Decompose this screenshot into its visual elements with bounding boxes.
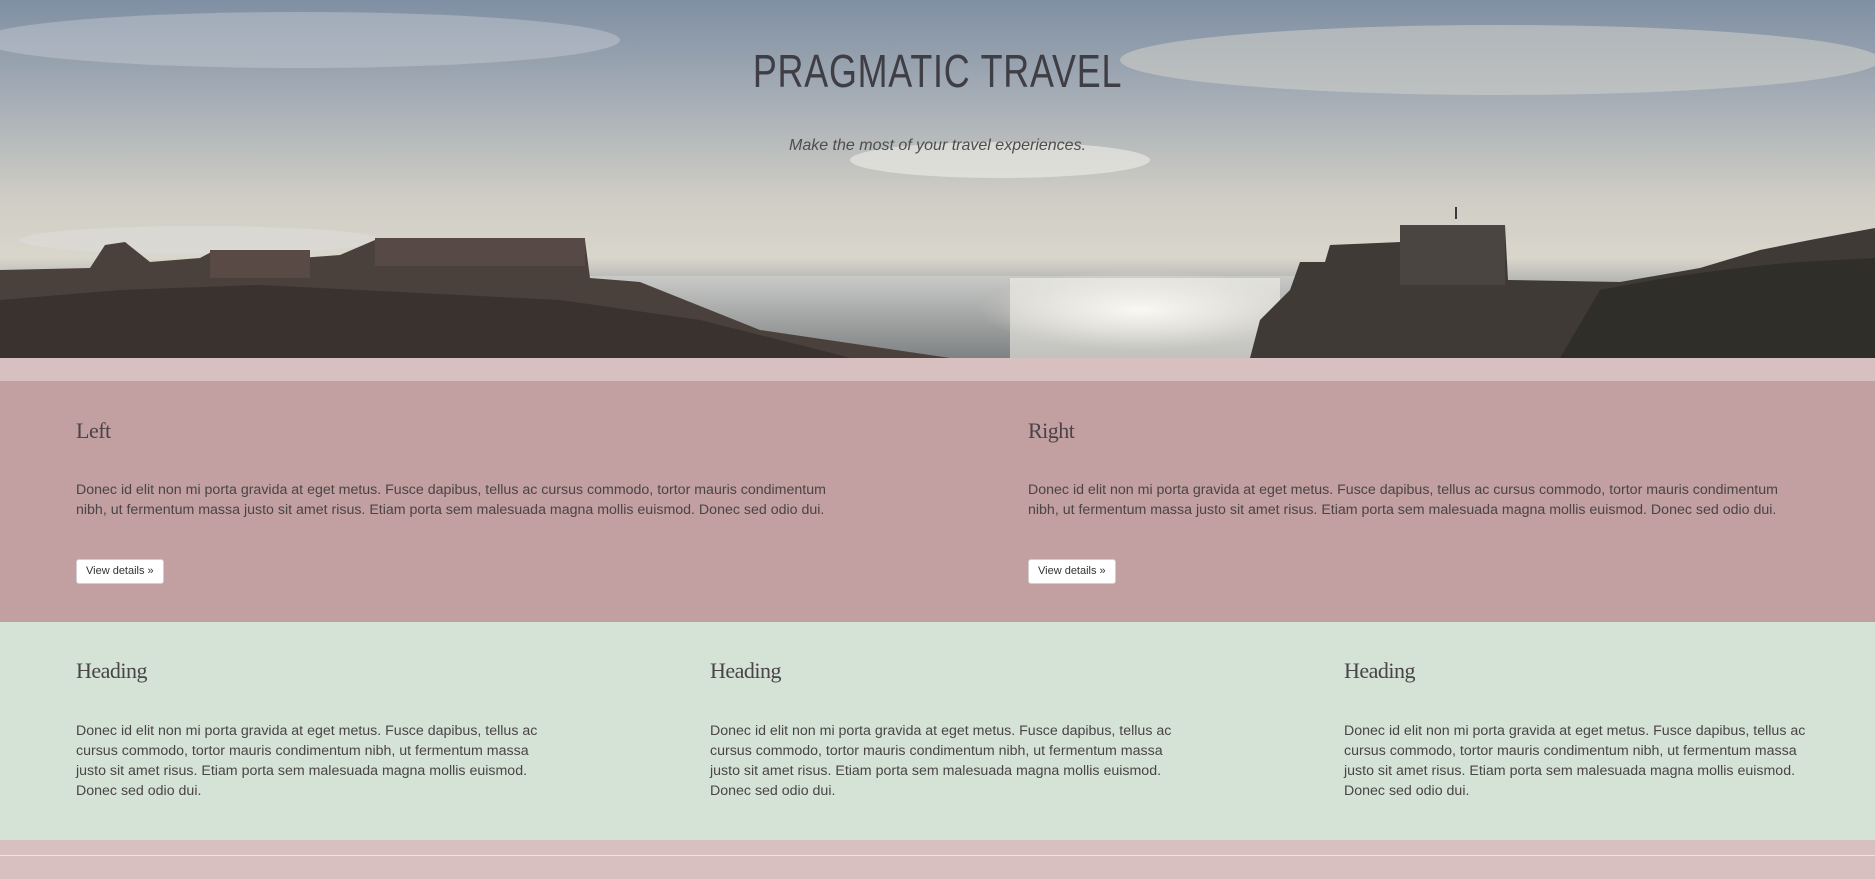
hero-banner: PRAGMATIC TRAVEL Make the most of your t…	[0, 0, 1875, 358]
featured-section: Left Donec id elit non mi porta gravida …	[0, 381, 1875, 622]
featured-heading: Right	[1028, 418, 1075, 443]
column-heading: Heading	[710, 658, 782, 683]
column-heading: Heading	[1344, 658, 1416, 683]
footer-divider	[0, 855, 1875, 856]
column-text: Donec id elit non mi porta gravida at eg…	[76, 723, 538, 799]
featured-text: Donec id elit non mi porta gravida at eg…	[76, 482, 826, 518]
site-title: PRAGMATIC TRAVEL	[752, 45, 1123, 97]
featured-text: Donec id elit non mi porta gravida at eg…	[1028, 482, 1778, 518]
columns-section: Heading Donec id elit non mi porta gravi…	[0, 622, 1875, 840]
view-details-button[interactable]: View details »	[1028, 559, 1116, 584]
site-tagline: Make the most of your travel experiences…	[788, 137, 1087, 154]
view-details-button[interactable]: View details »	[76, 559, 164, 584]
column-text: Donec id elit non mi porta gravida at eg…	[710, 723, 1172, 799]
featured-heading: Left	[76, 418, 111, 443]
column-heading: Heading	[76, 658, 148, 683]
column-text: Donec id elit non mi porta gravida at eg…	[1344, 723, 1806, 799]
